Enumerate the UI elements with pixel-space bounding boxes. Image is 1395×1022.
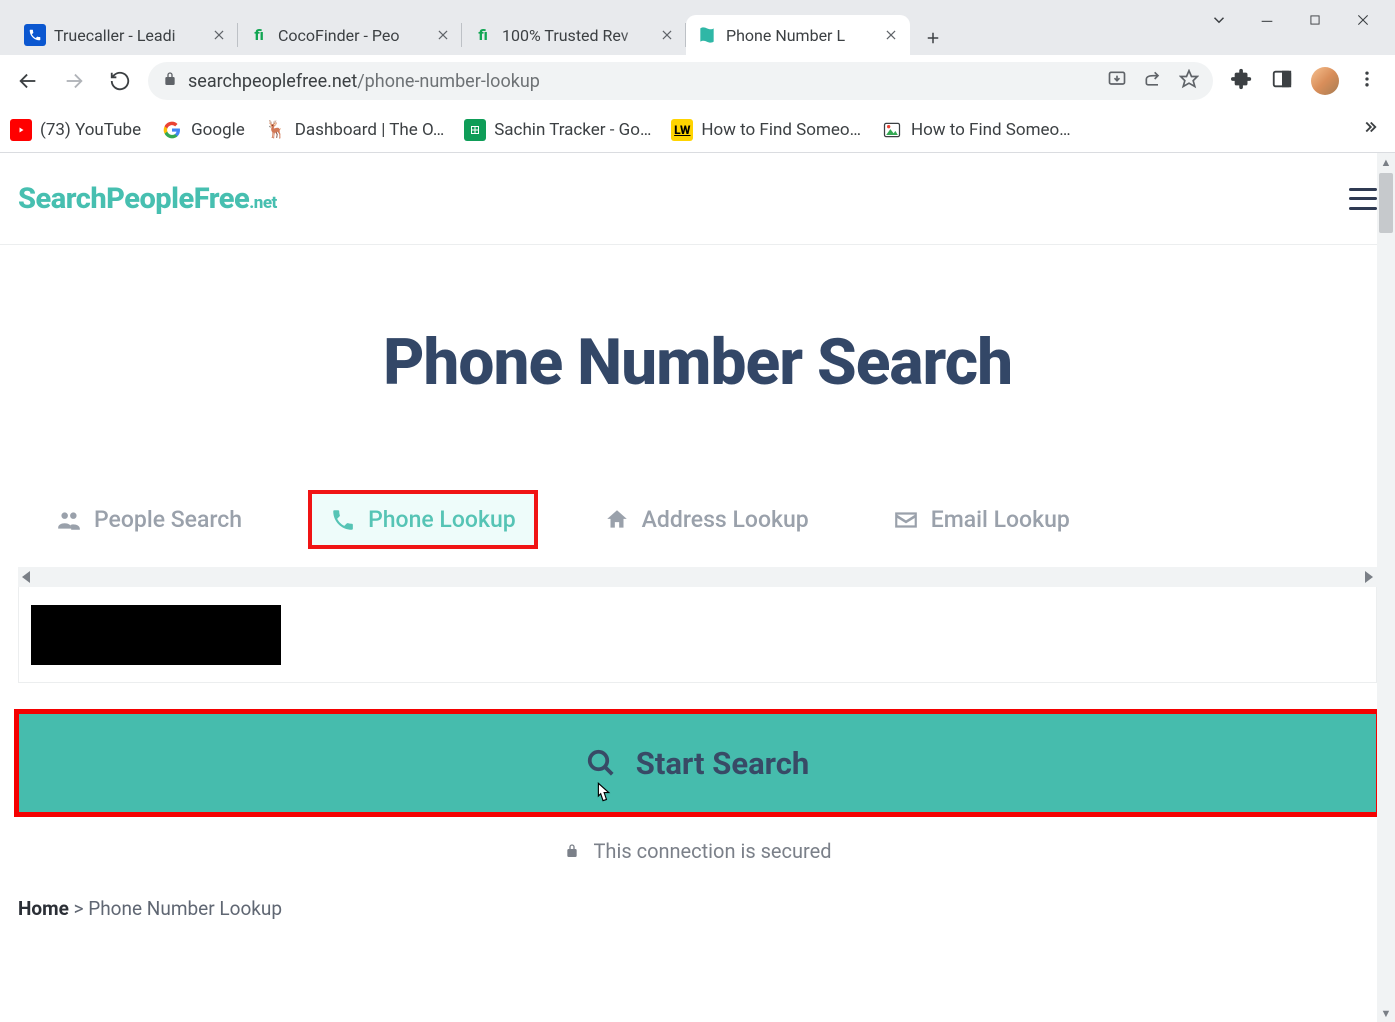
secured-text: This connection is secured [594, 839, 832, 863]
site-header: SearchPeopleFree.net [0, 153, 1395, 245]
people-icon [56, 507, 82, 533]
phone-icon [24, 24, 46, 46]
lw-icon: LW [671, 119, 693, 141]
forward-button[interactable] [56, 63, 92, 99]
minimize-button[interactable] [1257, 10, 1277, 30]
secured-notice: This connection is secured [0, 839, 1395, 863]
tab-address-lookup[interactable]: Address Lookup [586, 494, 827, 545]
youtube-icon [10, 119, 32, 141]
tab-email-lookup[interactable]: Email Lookup [875, 494, 1088, 545]
email-icon [893, 507, 919, 533]
search-icon [586, 748, 616, 778]
page-title: Phone Number Search [0, 325, 1395, 400]
bookmark-youtube[interactable]: (73) YouTube [10, 119, 141, 141]
bookmark-label: How to Find Someo… [911, 120, 1071, 140]
close-tab-icon[interactable] [210, 26, 228, 44]
horizontal-scrollbar[interactable] [18, 567, 1377, 587]
cursor-pointer-icon [588, 781, 618, 811]
site-logo[interactable]: SearchPeopleFree.net [18, 182, 277, 216]
google-icon [161, 119, 183, 141]
search-type-tabs: People Search Phone Lookup Address Looku… [0, 490, 1395, 549]
bookmark-label: Sachin Tracker - Go… [494, 120, 651, 140]
tab-label: Address Lookup [642, 506, 809, 533]
phone-icon [330, 507, 356, 533]
reload-button[interactable] [102, 63, 138, 99]
scroll-thumb[interactable] [1379, 173, 1393, 233]
bookmark-sachin-tracker[interactable]: Sachin Tracker - Go… [464, 119, 651, 141]
vertical-scrollbar[interactable]: ▲ ▼ [1377, 153, 1395, 1022]
fi-icon: fi [248, 24, 270, 46]
share-icon[interactable] [1143, 69, 1163, 94]
start-search-button[interactable]: Start Search [14, 709, 1381, 817]
scroll-up-icon[interactable]: ▲ [1381, 153, 1392, 171]
install-app-icon[interactable] [1107, 69, 1127, 94]
lock-icon [564, 843, 580, 859]
tab-truecaller[interactable]: Truecaller - Leadi [14, 15, 238, 55]
chrome-menu-icon[interactable] [1357, 69, 1377, 93]
tab-title: CocoFinder - Peo [278, 26, 426, 45]
side-panel-icon[interactable] [1271, 68, 1293, 94]
hamburger-menu-icon[interactable] [1349, 188, 1377, 210]
start-search-label: Start Search [636, 745, 809, 782]
bookmark-label: (73) YouTube [40, 120, 141, 140]
home-icon [604, 507, 630, 533]
extensions-icon[interactable] [1231, 68, 1253, 94]
fi-icon: fi [472, 24, 494, 46]
tab-strip: Truecaller - Leadi fi CocoFinder - Peo f… [0, 0, 1395, 55]
bookmark-how-to-find-2[interactable]: How to Find Someo… [881, 119, 1071, 141]
tab-people-search[interactable]: People Search [38, 494, 260, 545]
tab-title: Phone Number L [726, 26, 874, 45]
bookmarks-bar: (73) YouTube Google 🦌 Dashboard | The O…… [0, 107, 1395, 153]
sheets-icon [464, 119, 486, 141]
close-tab-icon[interactable] [658, 26, 676, 44]
bookmark-dashboard[interactable]: 🦌 Dashboard | The O… [265, 119, 444, 141]
profile-avatar[interactable] [1311, 67, 1339, 95]
tab-search-chevron-icon[interactable] [1209, 10, 1229, 30]
bookmark-how-to-find-1[interactable]: LW How to Find Someo… [671, 119, 861, 141]
url-host: searchpeoplefree.net [188, 71, 357, 92]
close-tab-icon[interactable] [434, 26, 452, 44]
address-bar[interactable]: searchpeoplefree.net/phone-number-lookup [148, 62, 1213, 100]
breadcrumb-current: Phone Number Lookup [88, 897, 282, 920]
tab-phone-number-lookup[interactable]: Phone Number L [686, 15, 910, 55]
breadcrumb-separator: > [74, 897, 84, 920]
redacted-input-value [31, 605, 281, 665]
close-tab-icon[interactable] [882, 26, 900, 44]
bookmark-label: How to Find Someo… [701, 120, 861, 140]
page-content: SearchPeopleFree.net Phone Number Search… [0, 153, 1395, 1022]
url-path: /phone-number-lookup [357, 71, 540, 92]
bookmark-label: Google [191, 120, 245, 140]
scroll-left-icon[interactable] [22, 571, 30, 583]
url-text: searchpeoplefree.net/phone-number-lookup [188, 71, 540, 92]
window-controls [1209, 0, 1395, 40]
bookmarks-overflow-icon[interactable] [1361, 118, 1385, 141]
brand-main: SearchPeopleFree [18, 182, 249, 216]
new-tab-button[interactable] [916, 21, 950, 55]
deer-icon: 🦌 [265, 119, 287, 141]
browser-toolbar: searchpeoplefree.net/phone-number-lookup [0, 55, 1395, 107]
phone-input[interactable] [18, 587, 1377, 683]
lock-icon[interactable] [162, 71, 178, 92]
brand-sub: .net [249, 193, 277, 213]
tab-label: Email Lookup [931, 506, 1070, 533]
close-window-button[interactable] [1353, 10, 1373, 30]
tab-title: Truecaller - Leadi [54, 26, 202, 45]
tab-phone-lookup[interactable]: Phone Lookup [308, 490, 538, 549]
tab-label: People Search [94, 506, 242, 533]
tab-label: Phone Lookup [368, 506, 516, 533]
breadcrumb: Home > Phone Number Lookup [0, 897, 1395, 920]
scroll-down-icon[interactable]: ▼ [1381, 1004, 1392, 1022]
bookmark-label: Dashboard | The O… [295, 120, 444, 140]
scroll-right-icon[interactable] [1365, 571, 1373, 583]
bookmark-google[interactable]: Google [161, 119, 245, 141]
maximize-button[interactable] [1305, 10, 1325, 30]
tab-title: 100% Trusted Rev [502, 26, 650, 45]
tab-cocofinder[interactable]: fi CocoFinder - Peo [238, 15, 462, 55]
spf-favicon-icon [696, 24, 718, 46]
tab-trusted-rev[interactable]: fi 100% Trusted Rev [462, 15, 686, 55]
back-button[interactable] [10, 63, 46, 99]
bookmark-star-icon[interactable] [1179, 69, 1199, 94]
picture-icon [881, 119, 903, 141]
breadcrumb-home[interactable]: Home [18, 897, 69, 920]
